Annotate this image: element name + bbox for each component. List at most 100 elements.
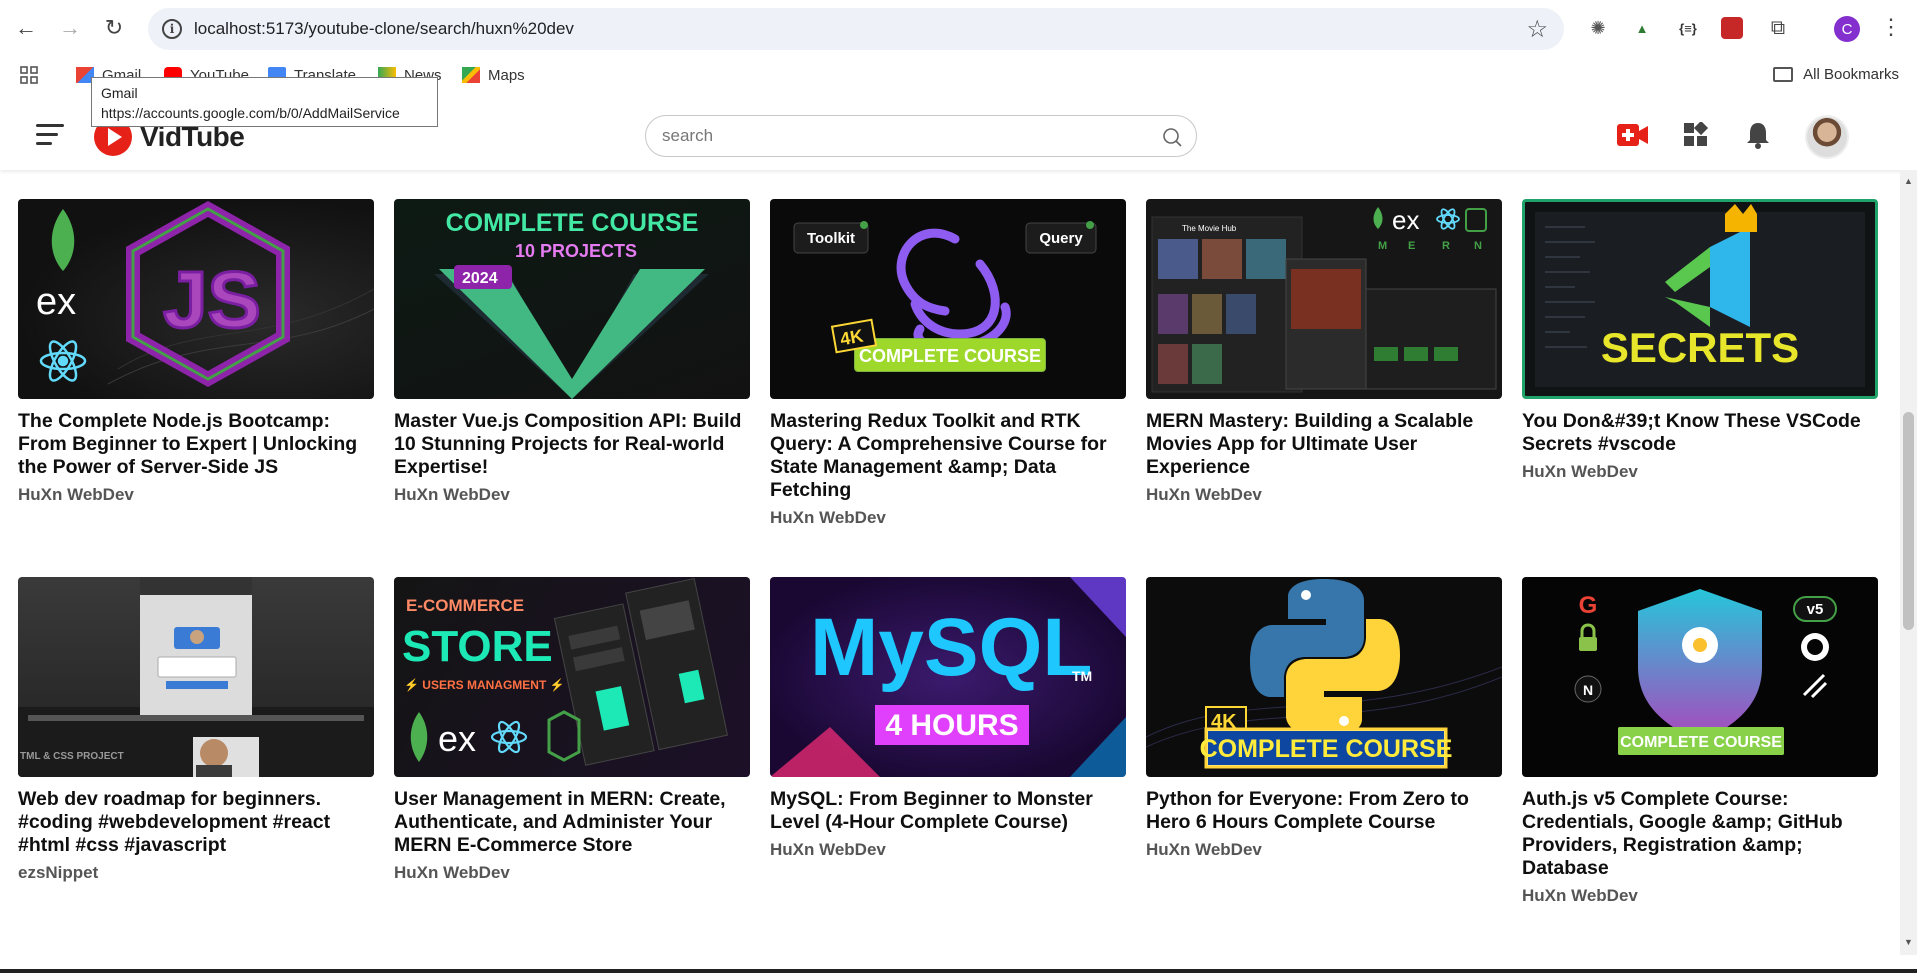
channel-name[interactable]: HuXn WebDev xyxy=(1522,886,1878,906)
course-banner: COMPLETE COURSE xyxy=(1620,734,1782,751)
create-video-icon[interactable] xyxy=(1617,124,1649,146)
scroll-down-icon[interactable]: ▼ xyxy=(1904,937,1913,947)
mern-letter: R xyxy=(1442,240,1450,252)
video-card[interactable]: TML & CSS PROJECT Web dev roadmap for be… xyxy=(18,577,374,883)
js-glyph: JS xyxy=(163,255,261,344)
address-bar[interactable]: i localhost:5173/youtube-clone/search/hu… xyxy=(148,8,1564,50)
channel-name[interactable]: HuXn WebDev xyxy=(1146,485,1502,505)
url-text[interactable]: localhost:5173/youtube-clone/search/huxn… xyxy=(194,19,574,39)
course-banner: COMPLETE COURSE xyxy=(859,346,1041,366)
python-logo-icon xyxy=(1250,579,1400,737)
nextjs-icon: N xyxy=(1583,682,1593,698)
bug-extension-icon[interactable]: ✺ xyxy=(1584,14,1612,42)
video-title[interactable]: Python for Everyone: From Zero to Hero 6… xyxy=(1146,788,1502,834)
profile-avatar[interactable]: C xyxy=(1834,16,1860,42)
video-card[interactable]: Toolkit Query COMPLETE COURSE 4K Masteri… xyxy=(770,199,1126,528)
express-logo-text: ex xyxy=(438,718,476,759)
channel-name[interactable]: HuXn WebDev xyxy=(770,840,1126,860)
channel-name[interactable]: HuXn WebDev xyxy=(394,485,750,505)
hours-banner: 4 HOURS xyxy=(885,709,1018,742)
video-thumbnail[interactable]: The Movie Hub ex M E R N xyxy=(1146,199,1502,399)
video-thumbnail[interactable]: JS ex xyxy=(18,199,374,399)
all-bookmarks[interactable]: All Bookmarks xyxy=(1773,66,1899,83)
page-scrollbar[interactable]: ▲ ▼ xyxy=(1900,170,1917,955)
channel-name[interactable]: HuXn WebDev xyxy=(1146,840,1502,860)
menu-icon[interactable] xyxy=(36,124,64,146)
scrollbar-thumb[interactable] xyxy=(1903,412,1914,630)
vue-thumbnail-art: 2024 COMPLETE COURSE 10 PROJECTS xyxy=(434,209,709,399)
video-thumbnail[interactable]: E-COMMERCE STORE ⚡ USERS MANAGMENT ⚡ ex xyxy=(394,577,750,777)
folder-icon xyxy=(1773,67,1794,82)
channel-name[interactable]: HuXn WebDev xyxy=(770,508,1126,528)
video-title[interactable]: The Complete Node.js Bootcamp: From Begi… xyxy=(18,410,374,479)
video-card[interactable]: 2024 COMPLETE COURSE 10 PROJECTS Master … xyxy=(394,199,750,505)
tooltip-title: Gmail xyxy=(101,85,138,101)
thumb-line1: E-COMMERCE xyxy=(406,596,524,615)
video-card[interactable]: G N v5 COMPLETE COURSE Auth.js v5 Comple… xyxy=(1522,577,1878,906)
channel-name[interactable]: HuXn WebDev xyxy=(1522,462,1878,482)
video-card[interactable]: SECRETS You Don&#39;t Know These VSCode … xyxy=(1522,199,1878,482)
video-title[interactable]: Master Vue.js Composition API: Build 10 … xyxy=(394,410,750,479)
bookmark-label: Maps xyxy=(488,66,525,84)
thumb-line2: STORE xyxy=(402,622,553,671)
video-card[interactable]: JS ex The Complete Node.js Bootcamp: Fro… xyxy=(18,199,374,505)
channel-name[interactable]: HuXn WebDev xyxy=(18,485,374,505)
express-logo-text: ex xyxy=(1392,205,1419,235)
channel-name[interactable]: HuXn WebDev xyxy=(394,863,750,883)
all-bookmarks-label: All Bookmarks xyxy=(1803,66,1899,83)
video-title[interactable]: MERN Mastery: Building a Scalable Movies… xyxy=(1146,410,1502,479)
apps-icon[interactable] xyxy=(1683,122,1709,148)
video-card[interactable]: E-COMMERCE STORE ⚡ USERS MANAGMENT ⚡ ex … xyxy=(394,577,750,883)
video-thumbnail[interactable]: MySQL TM 4 HOURS xyxy=(770,577,1126,777)
video-thumbnail[interactable]: TML & CSS PROJECT xyxy=(18,577,374,777)
extensions-puzzle-icon[interactable]: ⧉ xyxy=(1764,14,1792,42)
toolkit-tag: Toolkit xyxy=(807,230,855,247)
react-icon xyxy=(39,340,87,382)
python-thumbnail-art: 4K COMPLETE COURSE xyxy=(1146,579,1502,769)
video-thumbnail[interactable]: Toolkit Query COMPLETE COURSE 4K xyxy=(770,199,1126,399)
trademark: TM xyxy=(1072,668,1092,684)
caption-text: TML & CSS PROJECT xyxy=(20,751,124,762)
video-thumbnail[interactable]: SECRETS xyxy=(1522,199,1878,399)
lock-icon xyxy=(1579,637,1597,651)
video-thumbnail[interactable]: G N v5 COMPLETE COURSE xyxy=(1522,577,1878,777)
video-title[interactable]: Mastering Redux Toolkit and RTK Query: A… xyxy=(770,410,1126,502)
scroll-up-icon[interactable]: ▲ xyxy=(1904,176,1913,186)
vscode-thumbnail-art: SECRETS xyxy=(1535,204,1865,387)
video-title[interactable]: User Management in MERN: Create, Authent… xyxy=(394,788,750,857)
thumb-line1: COMPLETE COURSE xyxy=(446,209,699,237)
red-extension-icon[interactable] xyxy=(1718,14,1746,42)
video-card[interactable]: MySQL TM 4 HOURS MySQL: From Beginner to… xyxy=(770,577,1126,860)
back-icon[interactable]: ← xyxy=(10,12,42,44)
video-thumbnail[interactable]: 2024 COMPLETE COURSE 10 PROJECTS xyxy=(394,199,750,399)
crown-icon xyxy=(1725,204,1757,232)
screen-title: The Movie Hub xyxy=(1182,224,1237,233)
html-extension-icon[interactable]: ▲ xyxy=(1628,14,1656,42)
search-input[interactable] xyxy=(662,126,1142,146)
secrets-text: SECRETS xyxy=(1601,324,1799,371)
json-extension-icon[interactable]: {≡} xyxy=(1674,14,1702,42)
notification-bell-icon[interactable] xyxy=(1746,121,1770,149)
redux-logo-icon xyxy=(896,228,1011,353)
user-avatar[interactable] xyxy=(1805,115,1849,159)
video-title[interactable]: MySQL: From Beginner to Monster Level (4… xyxy=(770,788,1126,834)
forward-icon[interactable]: → xyxy=(54,12,86,44)
video-thumbnail[interactable]: 4K COMPLETE COURSE xyxy=(1146,577,1502,777)
site-info-icon[interactable]: i xyxy=(162,19,182,39)
taskbar-edge xyxy=(0,969,1917,973)
reload-icon[interactable]: ↻ xyxy=(98,12,130,44)
video-card[interactable]: 4K COMPLETE COURSE Python for Everyone: … xyxy=(1146,577,1502,860)
mern-letter: N xyxy=(1474,240,1482,252)
channel-name[interactable]: ezsNippet xyxy=(18,863,374,883)
mern-letter: M xyxy=(1378,240,1387,252)
video-card[interactable]: The Movie Hub ex M E R N MERN Mastery: B… xyxy=(1146,199,1502,505)
search-icon[interactable] xyxy=(1162,127,1182,147)
bookmark-star-icon[interactable]: ☆ xyxy=(1526,15,1548,44)
mongodb-leaf-icon xyxy=(51,209,75,271)
apps-grid-icon[interactable] xyxy=(20,64,38,86)
browser-menu-icon[interactable]: ⋮ xyxy=(1880,14,1902,40)
video-title[interactable]: You Don&#39;t Know These VSCode Secrets … xyxy=(1522,410,1878,456)
bookmark-maps[interactable]: Maps xyxy=(462,64,525,86)
video-title[interactable]: Auth.js v5 Complete Course: Credentials,… xyxy=(1522,788,1878,880)
video-title[interactable]: Web dev roadmap for beginners. #coding #… xyxy=(18,788,374,857)
